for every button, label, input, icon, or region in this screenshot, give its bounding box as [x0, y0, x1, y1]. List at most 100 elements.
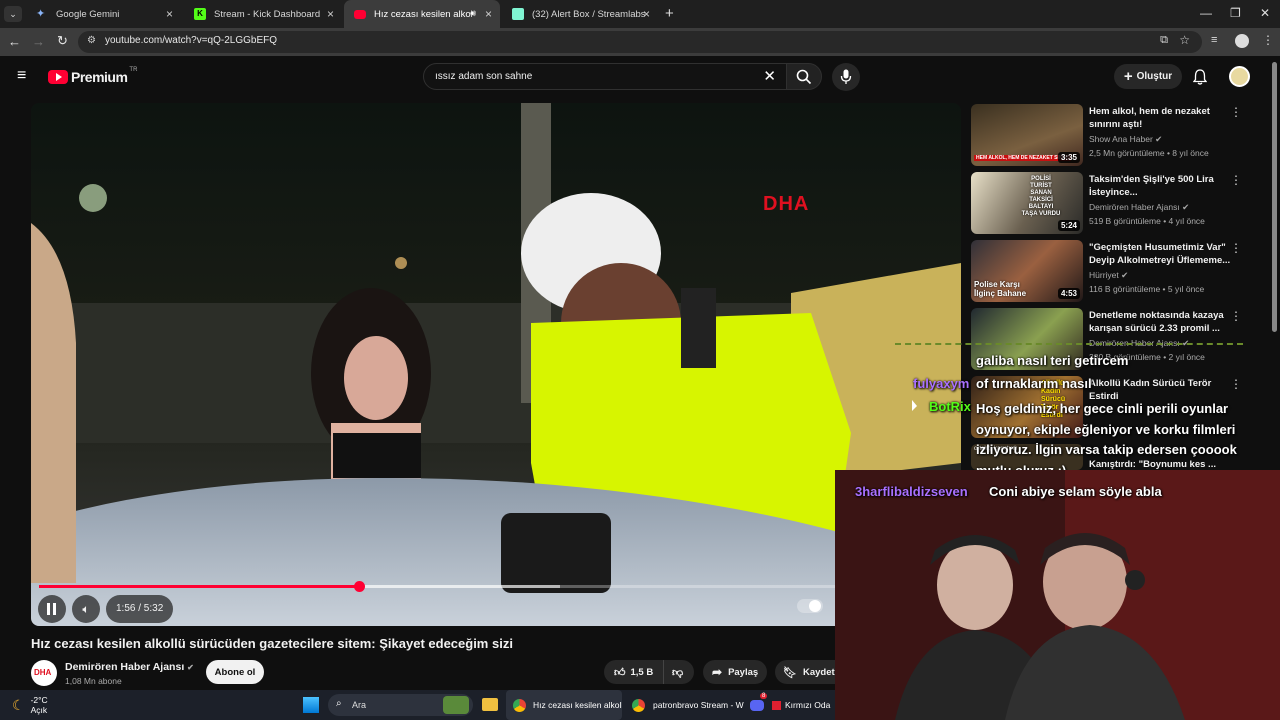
rec-thumbnail[interactable]: HEM ALKOL, HEM DE NEZAKET SINIRI 3:35 [971, 104, 1083, 166]
taskbar-search[interactable]: ⌕ Ara [328, 694, 473, 716]
subscribe-button[interactable]: Abone ol [206, 660, 264, 684]
streamlabs-icon [512, 8, 524, 20]
voice-search-button[interactable] [832, 63, 860, 91]
save-button[interactable]: 🔖︎ Kaydet [775, 660, 835, 684]
tab-search-icon[interactable]: ⌄ [4, 6, 22, 22]
rec-channel[interactable]: Demirören Haber Ajansı ✔ [1089, 202, 1189, 213]
rec-meta: 116 B görüntüleme • 5 yıl önce [1089, 284, 1205, 294]
search-input[interactable]: ıssız adam son sahne ✕ [423, 63, 787, 90]
hamburger-menu-icon[interactable]: ≡ [17, 67, 26, 85]
close-tab-icon[interactable]: × [166, 7, 173, 21]
progress-scrubber[interactable] [353, 581, 365, 592]
more-options-icon[interactable]: ⋮ [1230, 105, 1242, 119]
tab-youtube-video[interactable]: Hız cezası kesilen alkollü sü 🔊︎ × [344, 0, 500, 28]
kick-icon: K [194, 8, 206, 20]
tab-kick-dashboard[interactable]: K Stream - Kick Dashboard × [184, 0, 342, 28]
taskbar-app-chrome-stream[interactable]: patronbravo Stream - W [628, 690, 744, 720]
browser-toolbar: ← → ↻ ⚙ youtube.com/watch?v=qQ-2LGGbEFQ … [0, 28, 1280, 56]
autoplay-toggle[interactable] [797, 599, 823, 613]
tab-streamlabs[interactable]: (32) Alert Box / Streamlabs × [502, 0, 658, 28]
media-control-icon[interactable]: ≡ [1211, 34, 1217, 46]
audio-playing-icon[interactable]: 🔊︎ [470, 8, 476, 19]
dislike-button[interactable]: 👎︎ [664, 666, 683, 679]
account-avatar[interactable] [1229, 66, 1250, 87]
chat-divider [895, 343, 1243, 345]
like-count: 1,5 B [630, 666, 654, 678]
back-icon[interactable]: ← [8, 34, 21, 49]
new-tab-icon[interactable]: + [665, 5, 674, 22]
rec-item[interactable]: Polise Karşı İlginç Bahane 4:53 "Geçmişt… [971, 240, 1266, 302]
rec-title[interactable]: Taksim'den Şişli'ye 500 Lira İsteyince..… [1089, 173, 1239, 199]
chat-username: fulyaxym [913, 376, 970, 391]
volume-button[interactable]: 🔈︎ [72, 595, 100, 623]
restore-icon[interactable]: ❐ [1230, 6, 1241, 20]
chat-message: Coni abiye selam söyle abla [989, 484, 1162, 499]
tab-gemini[interactable]: ✦ Google Gemini × [26, 0, 181, 28]
browser-menu-icon[interactable]: ⋮ [1262, 33, 1274, 47]
close-tab-icon[interactable]: × [485, 7, 492, 21]
webcam-overlay: 3harflibaldizseven Coni abiye selam söyl… [835, 470, 1280, 720]
windows-start-icon[interactable] [303, 697, 319, 713]
address-bar[interactable]: ⚙ youtube.com/watch?v=qQ-2LGGbEFQ ⧉ ☆ [78, 31, 1202, 53]
pause-button[interactable] [38, 595, 66, 623]
rec-thumbnail[interactable]: Polise Karşı İlginç Bahane 4:53 [971, 240, 1083, 302]
create-label: Oluştur [1136, 71, 1173, 82]
weather-widget[interactable]: ☾ -2°C Açık [12, 690, 48, 720]
search-query-text: ıssız adam son sahne [435, 71, 533, 82]
share-button[interactable]: ➦ Paylaş [703, 660, 767, 684]
close-tab-icon[interactable]: × [643, 7, 650, 21]
verified-icon: ✔ [187, 663, 194, 672]
install-app-icon[interactable]: ⧉ [1160, 34, 1168, 47]
rec-thumbnail[interactable]: POLİSİ TURİST SANAN TAKSİCİ BALTAYI TAŞA… [971, 172, 1083, 234]
rec-channel[interactable]: Show Ana Haber ✔ [1089, 134, 1162, 145]
taskbar-app-chrome-youtube[interactable]: Hız cezası kesilen alkollü [506, 690, 622, 720]
thumbs-down-icon: 👎︎ [672, 666, 684, 679]
rec-channel[interactable]: Hürriyet ✔ [1089, 270, 1128, 281]
video-player[interactable]: DHA 🔈︎ 1:56 / 5:32 [31, 103, 961, 626]
channel-avatar[interactable]: DHA [31, 660, 57, 686]
rec-item[interactable]: POLİSİ TURİST SANAN TAKSİCİ BALTAYI TAŞA… [971, 172, 1266, 234]
forward-icon[interactable]: → [32, 34, 45, 49]
youtube-premium-logo[interactable]: Premium TR [48, 67, 138, 85]
more-options-icon[interactable]: ⋮ [1230, 173, 1242, 187]
rec-duration: 3:35 [1057, 152, 1080, 163]
profile-avatar[interactable] [1235, 34, 1249, 48]
tab-label: Hız cezası kesilen alkollü sü [374, 8, 472, 20]
bookmark-star-icon[interactable]: ☆ [1179, 33, 1190, 47]
site-info-icon[interactable]: ⚙ [87, 35, 96, 46]
page-scrollbar[interactable] [1272, 62, 1277, 332]
minimize-icon[interactable]: — [1200, 6, 1212, 20]
taskbar-app-label: Hız cezası kesilen alkollü [533, 700, 622, 710]
more-options-icon[interactable]: ⋮ [1230, 241, 1242, 255]
rec-title[interactable]: "Geçmişten Husumetimiz Var" Deyip Alkolm… [1089, 241, 1239, 267]
taskbar-app-kirmizi-oda[interactable]: Kırmızı Oda [772, 690, 835, 720]
autoplay-play-icon [809, 600, 821, 612]
more-options-icon[interactable]: ⋮ [1230, 309, 1242, 323]
like-button[interactable]: 👍︎ 1,5 B [604, 660, 664, 684]
rec-title[interactable]: Denetleme noktasında kazaya karışan sürü… [1089, 309, 1239, 335]
channel-name[interactable]: Demirören Haber Ajansı ✔ [65, 661, 194, 673]
reload-icon[interactable]: ↻ [57, 33, 68, 49]
notifications-bell-icon[interactable] [1193, 69, 1207, 85]
rec-duration: 4:53 [1057, 288, 1080, 299]
video-frame [31, 103, 961, 626]
create-button[interactable]: + Oluştur [1114, 64, 1182, 89]
mouse-cursor-icon [912, 400, 917, 411]
logo-country-badge: TR [129, 67, 138, 73]
share-icon: ➦ [712, 665, 723, 679]
file-explorer-icon[interactable] [482, 698, 498, 711]
clear-search-icon[interactable]: ✕ [763, 67, 776, 85]
progress-bar[interactable] [39, 581, 953, 592]
more-options-icon[interactable]: ⋮ [1230, 377, 1242, 391]
rec-item[interactable]: HEM ALKOL, HEM DE NEZAKET SINIRI 3:35 He… [971, 104, 1266, 166]
close-window-icon[interactable]: ✕ [1260, 6, 1270, 20]
rec-title[interactable]: Hem alkol, hem de nezaket sınırını aştı! [1089, 105, 1239, 131]
verified-icon: ✔ [1121, 270, 1129, 280]
taskbar-app-discord[interactable]: 8 [750, 690, 768, 720]
taskbar-search-placeholder: Ara [352, 700, 367, 710]
verified-icon: ✔ [1155, 134, 1163, 144]
verified-icon: ✔ [1182, 202, 1190, 212]
close-tab-icon[interactable]: × [327, 7, 334, 21]
search-button[interactable] [786, 63, 822, 90]
time-display: 1:56 / 5:32 [106, 595, 174, 623]
